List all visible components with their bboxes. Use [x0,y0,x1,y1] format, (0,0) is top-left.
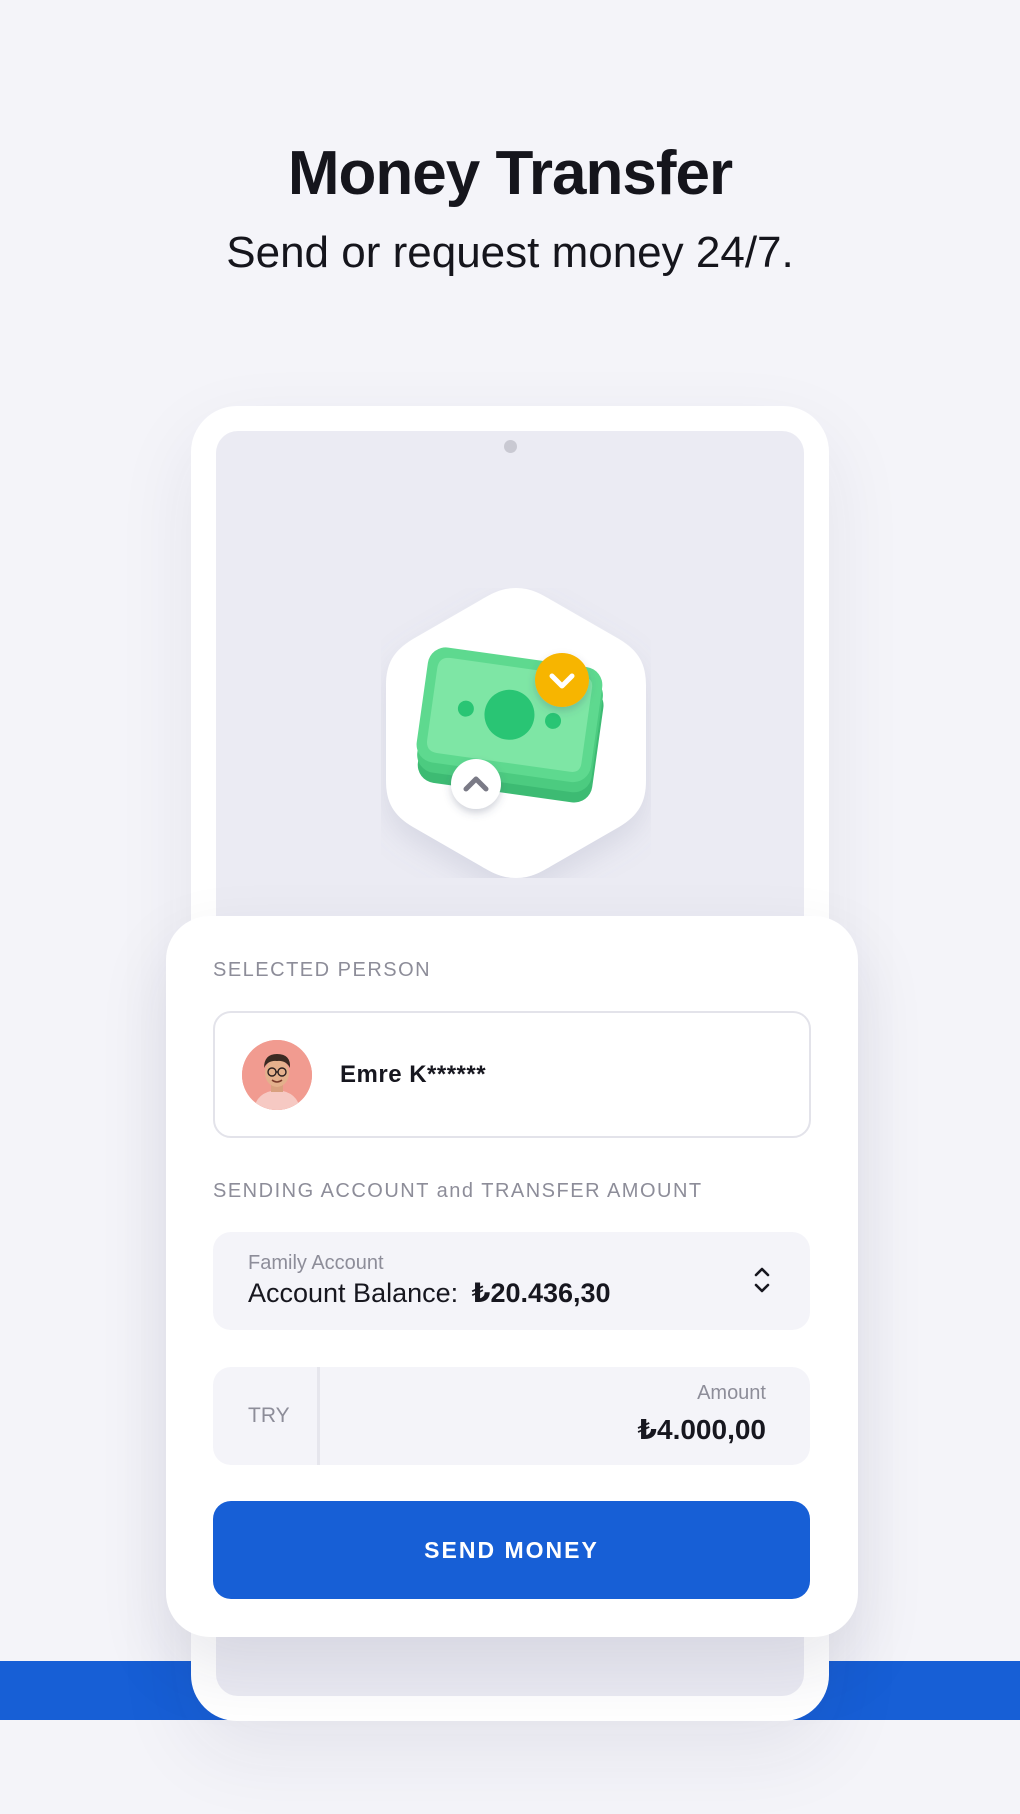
selected-person-label: SELECTED PERSON [213,959,432,981]
page-subtitle: Send or request money 24/7. [226,228,794,277]
account-name: Family Account [248,1252,384,1274]
selected-person-field[interactable]: Emre K****** [213,1011,811,1138]
amount-field[interactable]: TRY Amount ₺4.000,00 [213,1367,810,1465]
chevron-up-down-icon [754,1267,770,1293]
person-name: Emre K****** [340,1061,487,1088]
send-money-button[interactable]: SEND MONEY [213,1501,810,1599]
account-balance-label: Account Balance: [248,1278,459,1308]
amount-value[interactable]: ₺4.000,00 [638,1413,766,1446]
account-section-label: SENDING ACCOUNT and TRANSFER AMOUNT [213,1180,703,1202]
currency-code: TRY [213,1367,320,1465]
page-title: Money Transfer [287,139,733,208]
avatar-icon [242,1040,312,1110]
account-balance: Account Balance: ₺20.436,30 [248,1278,611,1309]
arrow-up-icon [451,759,501,809]
account-balance-value: ₺20.436,30 [471,1278,611,1308]
transfer-card: SELECTED PERSON Emre K****** SENDING ACC… [166,916,858,1637]
avatar [242,1040,312,1110]
arrow-down-icon [535,653,589,707]
sending-account-select[interactable]: Family Account Account Balance: ₺20.436,… [213,1232,810,1330]
amount-label: Amount [697,1382,766,1404]
camera-dot [504,440,517,453]
cash-transfer-icon [386,588,646,878]
